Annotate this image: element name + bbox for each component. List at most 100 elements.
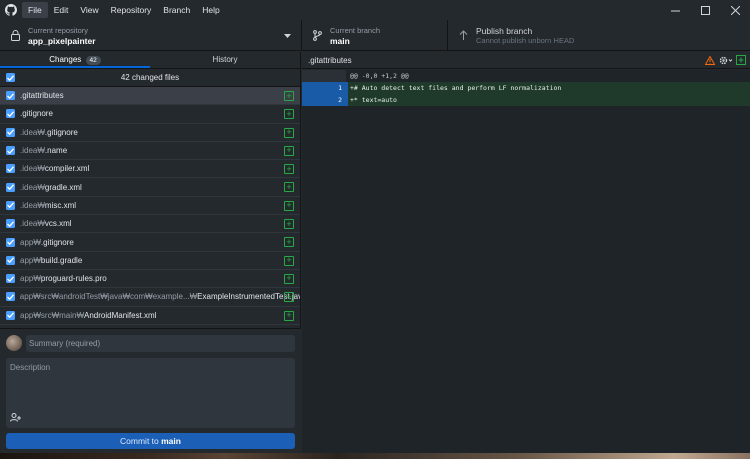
changed-files-count: 42 changed files bbox=[120, 73, 180, 82]
file-dir: app₩ bbox=[20, 255, 41, 265]
menu-view[interactable]: View bbox=[74, 2, 104, 18]
file-dir: .idea₩ bbox=[20, 182, 45, 192]
diff-line[interactable]: 2 +* text=auto bbox=[302, 94, 750, 106]
toolbar: Current repository app_pixelpainter Curr… bbox=[0, 20, 750, 51]
diff-line[interactable]: 1 +# Auto detect text files and perform … bbox=[302, 82, 750, 94]
file-checkbox[interactable] bbox=[6, 146, 15, 156]
menu-branch[interactable]: Branch bbox=[157, 2, 196, 18]
commit-button[interactable]: Commit to main bbox=[6, 433, 295, 449]
line-text: +# Auto detect text files and perform LF… bbox=[350, 84, 562, 92]
file-name: .gitignore bbox=[20, 109, 53, 119]
hunk-text: @@ -0,0 +1,2 @@ bbox=[350, 72, 409, 80]
file-name: proguard-rules.pro bbox=[40, 274, 107, 284]
list-item[interactable]: .idea₩vcs.xml + bbox=[0, 215, 300, 234]
file-added-icon: + bbox=[284, 182, 294, 193]
summary-input[interactable]: Summary (required) bbox=[26, 335, 295, 352]
file-checkbox[interactable] bbox=[6, 164, 15, 174]
expand-icon[interactable] bbox=[736, 55, 746, 67]
list-item[interactable]: .idea₩compiler.xml + bbox=[0, 160, 300, 179]
current-repository-button[interactable]: Current repository app_pixelpainter bbox=[0, 20, 302, 51]
file-name: build.gradle bbox=[40, 255, 83, 265]
tab-history-label: History bbox=[212, 55, 238, 64]
list-item[interactable]: app₩build.gradle + bbox=[0, 252, 300, 270]
list-item[interactable]: .idea₩.name + bbox=[0, 142, 300, 161]
caret-down-icon bbox=[284, 32, 291, 41]
maximize-icon[interactable] bbox=[690, 0, 720, 20]
file-checkbox[interactable] bbox=[6, 274, 15, 284]
avatar bbox=[6, 335, 22, 351]
list-item[interactable]: .idea₩.gitignore + bbox=[0, 124, 300, 142]
title-bar: File Edit View Repository Branch Help bbox=[0, 0, 750, 20]
file-name: gradle.xml bbox=[44, 182, 82, 192]
github-logo-icon bbox=[0, 0, 22, 20]
minimize-icon[interactable] bbox=[660, 0, 690, 20]
file-name: AndroidManifest.xml bbox=[84, 310, 157, 320]
file-checkbox[interactable] bbox=[6, 310, 15, 320]
lock-icon bbox=[8, 30, 22, 41]
window-controls bbox=[660, 0, 750, 20]
add-coauthor-icon[interactable] bbox=[10, 413, 21, 424]
description-placeholder: Description bbox=[10, 363, 51, 372]
file-checkbox[interactable] bbox=[6, 109, 15, 119]
list-item[interactable]: .gitignore + bbox=[0, 105, 300, 124]
menu-edit[interactable]: Edit bbox=[48, 2, 75, 18]
file-added-icon: + bbox=[284, 109, 294, 120]
list-item[interactable]: app₩proguard-rules.pro + bbox=[0, 270, 300, 289]
file-added-icon: + bbox=[284, 310, 294, 321]
diff-header: .gitattributes bbox=[302, 52, 750, 69]
file-added-icon: + bbox=[284, 273, 294, 284]
file-added-icon: + bbox=[284, 91, 294, 101]
list-item[interactable]: app₩.gitignore + bbox=[0, 233, 300, 252]
file-name: .gitignore bbox=[44, 127, 78, 137]
list-item[interactable]: app₩src₩main₩AndroidManifest.xml + bbox=[0, 307, 300, 325]
line-number: 1 bbox=[338, 84, 342, 92]
publish-label: Publish branch bbox=[476, 25, 533, 36]
repository-name: app_pixelpainter bbox=[28, 35, 96, 46]
file-name: compiler.xml bbox=[44, 164, 90, 174]
file-name: .gitattributes bbox=[20, 91, 64, 101]
tab-history[interactable]: History bbox=[150, 52, 300, 68]
upload-icon bbox=[456, 30, 470, 41]
list-item[interactable]: .idea₩gradle.xml + bbox=[0, 178, 300, 197]
description-input[interactable]: Description bbox=[6, 358, 295, 428]
file-added-icon: + bbox=[284, 237, 294, 248]
file-checkbox[interactable] bbox=[6, 292, 15, 302]
file-checkbox[interactable] bbox=[6, 255, 15, 265]
changed-files-header: 42 changed files bbox=[0, 69, 300, 87]
list-item[interactable]: .idea₩misc.xml + bbox=[0, 197, 300, 216]
publish-branch-button[interactable]: Publish branch Cannot publish unborn HEA… bbox=[448, 20, 608, 51]
hunk-header: @@ -0,0 +1,2 @@ bbox=[302, 70, 750, 82]
file-checkbox[interactable] bbox=[6, 200, 15, 210]
changes-count-badge: 42 bbox=[85, 56, 101, 65]
file-dir: .idea₩ bbox=[20, 146, 45, 156]
diff-view: @@ -0,0 +1,2 @@ 1 +# Auto detect text fi… bbox=[302, 70, 750, 453]
gear-icon[interactable] bbox=[719, 56, 733, 67]
branch-name: main bbox=[330, 35, 350, 46]
current-branch-button[interactable]: Current branch main bbox=[302, 20, 448, 51]
file-name: misc.xml bbox=[44, 200, 77, 210]
file-dir: app₩src₩main₩ bbox=[20, 310, 85, 320]
menu-help[interactable]: Help bbox=[196, 2, 225, 18]
file-dir: app₩src₩androidTest₩java₩com₩example...₩ bbox=[19, 292, 198, 302]
file-dir: app₩ bbox=[20, 237, 41, 247]
commit-button-prefix: Commit to bbox=[120, 436, 162, 446]
line-number: 2 bbox=[338, 96, 342, 104]
file-checkbox[interactable] bbox=[6, 219, 15, 229]
background-photo-strip bbox=[0, 453, 750, 459]
list-item[interactable]: app₩src₩androidTest₩java₩com₩example...₩… bbox=[0, 288, 300, 307]
diff-file-name: .gitattributes bbox=[308, 55, 352, 65]
file-added-icon: + bbox=[284, 164, 294, 175]
list-item[interactable]: .gitattributes + bbox=[0, 87, 300, 106]
file-checkbox[interactable] bbox=[6, 91, 15, 101]
menu-repository[interactable]: Repository bbox=[105, 2, 158, 18]
file-checkbox[interactable] bbox=[6, 182, 15, 192]
file-checkbox[interactable] bbox=[6, 127, 15, 137]
warning-icon[interactable] bbox=[704, 54, 716, 67]
line-text: +* text=auto bbox=[350, 96, 397, 104]
menu-file[interactable]: File bbox=[22, 2, 48, 18]
file-checkbox[interactable] bbox=[6, 237, 15, 247]
file-dir: .idea₩ bbox=[20, 164, 45, 174]
tab-changes[interactable]: Changes 42 bbox=[0, 52, 150, 68]
commit-form: Summary (required) Description Commit to… bbox=[0, 328, 301, 453]
close-icon[interactable] bbox=[720, 0, 750, 20]
